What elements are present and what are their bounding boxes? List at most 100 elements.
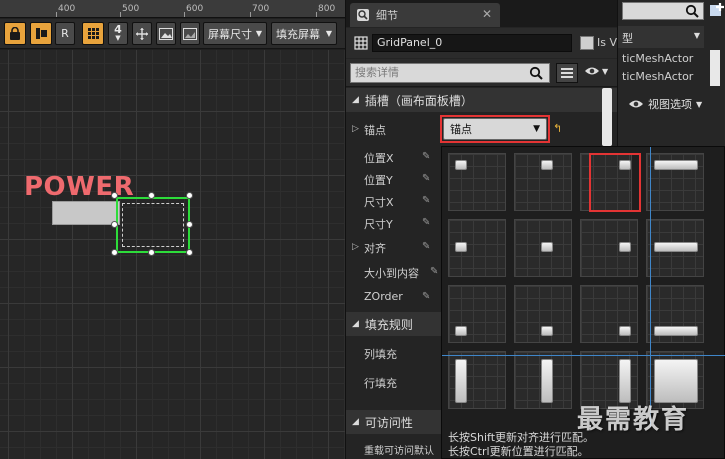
size-y-label: 尺寸Y [364, 218, 393, 231]
anchor-preset-center-left[interactable] [448, 219, 506, 277]
ctrl-hint-text: 长按Ctrl更新位置进行匹配。 [448, 445, 589, 458]
selected-grid-panel[interactable] [116, 197, 190, 253]
slot-section-title: 插槽（画布面板槽） [364, 93, 473, 108]
anchor-label: 锚点 [364, 124, 386, 137]
image-icon [159, 27, 173, 40]
outliner-column-header[interactable]: 型 ▼ [618, 26, 704, 48]
anchor-preset-center-stretch[interactable] [646, 219, 704, 277]
details-icon [357, 9, 369, 21]
horizontal-ruler: 400 500 600 700 800 [0, 0, 345, 18]
anchor-preset-bottom-left[interactable] [448, 285, 506, 343]
lock-button[interactable] [4, 22, 26, 45]
tab-details[interactable]: 细节 ✕ [350, 3, 500, 27]
pin-icon[interactable]: ✎ [422, 291, 430, 302]
image-button[interactable] [156, 22, 176, 45]
view-options-button[interactable]: 视图选项 ▼ [628, 96, 702, 112]
view-mode-button[interactable] [180, 22, 200, 45]
fill-rules-section-header[interactable]: ◢ 填充规则 [346, 312, 442, 336]
slot-section-header[interactable]: ◢ 插槽（画布面板槽） [346, 88, 617, 112]
list-item[interactable]: ticMeshActor [622, 52, 708, 68]
transform-button[interactable] [132, 22, 152, 45]
reset-arrow-icon[interactable]: ↰ [553, 122, 562, 135]
pin-icon[interactable]: ✎ [430, 266, 438, 277]
size-x-label: 尺寸X [364, 196, 394, 209]
anchor-marker [619, 359, 631, 403]
outliner-scrollbar[interactable] [710, 50, 720, 86]
pin-icon[interactable]: ✎ [422, 217, 430, 228]
anchor-preset-bottom-right[interactable] [580, 285, 638, 343]
designer-canvas[interactable]: 400 500 600 700 800 R 4 ▼ 屏幕尺寸 ▼ 填充屏幕 ▼ … [0, 0, 345, 459]
anchor-marker [541, 326, 553, 336]
anchor-marker [455, 242, 467, 252]
ruler-label: 400 [58, 4, 76, 14]
position-x-label: 位置X [364, 152, 394, 165]
pin-icon[interactable]: ✎ [422, 195, 430, 206]
details-scrollbar[interactable] [602, 88, 612, 146]
row-fill-label: 行填充 [364, 377, 397, 390]
pin-icon[interactable]: ✎ [422, 241, 430, 252]
anchor-preset-bottom-center[interactable] [514, 285, 572, 343]
chevron-down-icon: ▼ [115, 33, 121, 42]
screen-size-label: 屏幕尺寸 [208, 27, 252, 41]
search-icon[interactable] [529, 66, 543, 80]
anchor-marker [654, 326, 698, 336]
property-matrix-button[interactable] [556, 63, 578, 83]
chevron-down-icon: ▼ [696, 99, 703, 109]
accessibility-section-header[interactable]: ◢ 可访问性 [346, 410, 442, 434]
anchor-marker [455, 160, 467, 170]
view-options-label: 视图选项 [648, 98, 692, 111]
anchor-preset-highlight [589, 153, 641, 212]
anchor-preset-bottom-stretch[interactable] [646, 285, 704, 343]
visibility-filter-button[interactable]: ▼ [584, 65, 608, 77]
anchor-preset-stretch-center[interactable] [514, 351, 572, 409]
resize-handle-bottom-left[interactable] [111, 249, 118, 256]
resize-handle-top-left[interactable] [111, 192, 118, 199]
expand-arrow-icon[interactable]: ▷ [352, 124, 359, 134]
anchor-preset-center-right[interactable] [580, 219, 638, 277]
widget-name-input[interactable]: GridPanel_0 [372, 34, 572, 52]
close-icon[interactable]: ✕ [482, 7, 492, 21]
resize-handle-right[interactable] [186, 221, 193, 228]
anchor-marker [654, 359, 698, 403]
anchor-preset-top-left[interactable] [448, 153, 506, 211]
collapse-arrow-icon: ◢ [352, 95, 359, 105]
localize-button[interactable] [30, 22, 52, 45]
screen-size-dropdown[interactable]: 屏幕尺寸 ▼ [203, 22, 267, 45]
list-item[interactable]: ticMeshActor [622, 70, 708, 86]
anchor-preset-stretch-left[interactable] [448, 351, 506, 409]
guide-line-horizontal [442, 355, 725, 356]
accessibility-title: 可访问性 [364, 415, 413, 430]
fill-rules-title: 填充规则 [364, 317, 413, 332]
ruler-label: 700 [252, 4, 270, 14]
anchor-preset-top-center[interactable] [514, 153, 572, 211]
grid-snap-button[interactable] [82, 22, 104, 45]
is-variable-checkbox[interactable] [580, 36, 594, 50]
ruler-label: 600 [186, 4, 204, 14]
pin-icon[interactable]: ✎ [422, 173, 430, 184]
progress-bar-widget[interactable] [52, 201, 120, 225]
details-search-input[interactable]: 搜索详情 [350, 63, 550, 83]
position-y-label: 位置Y [364, 174, 393, 187]
snap-value: 4 [114, 22, 122, 36]
fill-screen-dropdown[interactable]: 填充屏幕 ▼ [271, 22, 337, 45]
chevron-down-icon: ▼ [693, 31, 700, 40]
pin-icon[interactable]: ✎ [422, 151, 430, 162]
add-actor-icon[interactable] [708, 2, 724, 18]
expand-arrow-icon[interactable]: ▷ [352, 242, 359, 252]
anchor-marker [541, 359, 553, 403]
resize-handle-bottom[interactable] [148, 249, 155, 256]
resize-handle-bottom-right[interactable] [186, 249, 193, 256]
list-icon [561, 68, 573, 78]
anchor-preset-top-stretch[interactable] [646, 153, 704, 211]
resize-handle-top[interactable] [148, 192, 155, 199]
search-icon[interactable] [685, 4, 699, 18]
widget-name-row: GridPanel_0 Is V [346, 28, 617, 58]
anchor-preset-center-center[interactable] [514, 219, 572, 277]
r-button[interactable]: R [55, 22, 75, 45]
design-grid[interactable] [0, 50, 345, 459]
tab-title: 细节 [376, 9, 398, 22]
resize-handle-top-right[interactable] [186, 192, 193, 199]
eye-icon [585, 67, 599, 75]
resize-handle-left[interactable] [111, 221, 118, 228]
snap-value-stepper[interactable]: 4 ▼ [108, 22, 128, 45]
